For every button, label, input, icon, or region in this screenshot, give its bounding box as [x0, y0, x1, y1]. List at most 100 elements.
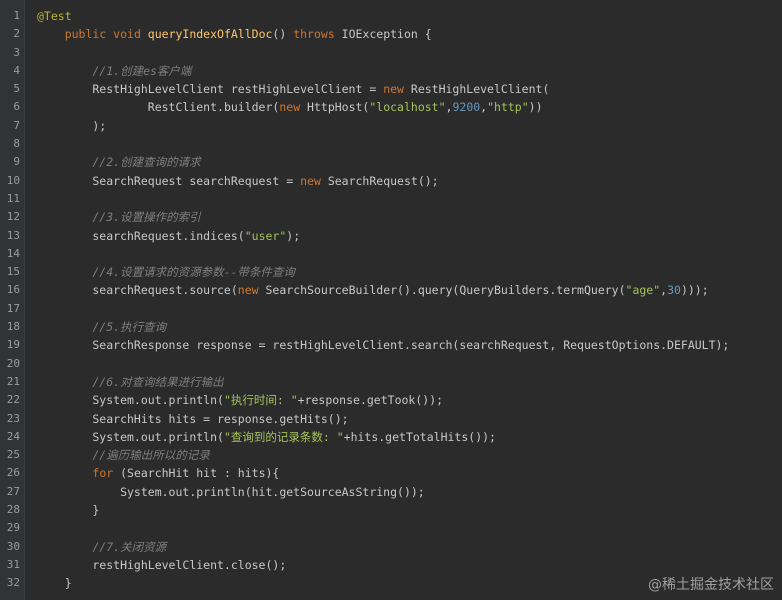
code-token: "user" — [244, 228, 287, 243]
code-token: "http" — [487, 100, 529, 115]
code-line[interactable]: 23 SearchHits hits = response.getHits(); — [0, 410, 782, 428]
code-token: @Test — [37, 9, 72, 23]
code-token: System.out.println( — [37, 429, 224, 444]
code-text: ); — [37, 117, 106, 135]
code-line[interactable]: 31 restHighLevelClient.close(); — [0, 556, 782, 574]
code-text: public void queryIndexOfAllDoc() throws … — [37, 25, 432, 43]
code-line[interactable]: 4 //1.创建es客户端 — [0, 62, 782, 80]
code-token: RestHighLevelClient( — [410, 82, 550, 97]
code-line[interactable]: 13 searchRequest.indices("user"); — [0, 227, 782, 245]
code-token: for — [92, 466, 121, 481]
code-line[interactable]: 29 — [0, 519, 782, 537]
code-token: "执行时间: " — [223, 393, 298, 408]
code-line[interactable]: 30 //7.关闭资源 — [0, 538, 782, 556]
code-token: new — [279, 100, 308, 115]
code-token: new — [300, 173, 328, 188]
line-number: 3 — [13, 45, 20, 59]
code-line[interactable]: 5 RestHighLevelClient restHighLevelClien… — [0, 80, 782, 98]
code-line[interactable]: 1 @Test — [0, 7, 782, 25]
code-line[interactable]: 18 //5.执行查询 — [0, 318, 782, 336]
code-line[interactable]: 22 System.out.println("执行时间: "+response.… — [0, 391, 782, 409]
code-line[interactable]: 17 — [0, 300, 782, 318]
line-number: 8 — [13, 137, 20, 151]
code-token: +response.getTook()); — [297, 393, 444, 408]
code-token: "age" — [625, 283, 661, 298]
code-text: } — [37, 501, 99, 519]
code-token: +hits.getTotalHits()); — [343, 429, 496, 444]
code-text: //2.创建查询的请求 — [37, 153, 201, 171]
code-text: //3.设置操作的索引 — [37, 208, 201, 226]
code-token: new — [237, 283, 266, 298]
code-token: "查询到的记录条数: " — [223, 429, 344, 444]
code-line[interactable]: 25 //遍历输出所以的记录 — [0, 446, 782, 464]
code-text: SearchResponse response = restHighLevelC… — [37, 336, 729, 354]
code-line[interactable]: 21 //6.对查询结果进行输出 — [0, 373, 782, 391]
code-text: } — [37, 574, 72, 592]
code-line[interactable]: 26 for (SearchHit hit : hits){ — [0, 464, 782, 482]
code-line[interactable]: 3 — [0, 44, 782, 62]
code-line[interactable]: 2 public void queryIndexOfAllDoc() throw… — [0, 25, 782, 43]
code-line[interactable]: 9 //2.创建查询的请求 — [0, 153, 782, 171]
code-line[interactable]: 7 ); — [0, 117, 782, 135]
code-token: //2.创建查询的请求 — [37, 155, 201, 170]
code-line[interactable]: 14 — [0, 245, 782, 263]
code-lines: 1 @Test 2 public void queryIndexOfAllDoc()… — [0, 7, 782, 593]
line-number: 13 — [6, 228, 20, 242]
code-line[interactable]: 19 SearchResponse response = restHighLev… — [0, 336, 782, 354]
code-text: //5.执行查询 — [37, 318, 166, 336]
line-number: 19 — [6, 338, 20, 352]
code-token: } — [37, 576, 72, 591]
code-token: throws — [293, 27, 342, 42]
code-line[interactable]: 20 — [0, 355, 782, 373]
line-number: 29 — [6, 521, 20, 535]
line-number: 6 — [13, 100, 20, 114]
code-token: 30 — [667, 283, 681, 298]
line-number: 28 — [6, 503, 20, 517]
line-number: 17 — [6, 301, 20, 315]
code-token: public void — [64, 27, 148, 42]
line-number: 5 — [13, 82, 20, 96]
code-token: //3.设置操作的索引 — [37, 210, 201, 225]
code-text: //6.对查询结果进行输出 — [37, 373, 223, 391]
code-token: restHighLevelClient.close(); — [37, 557, 287, 572]
code-token: ); — [37, 118, 107, 133]
code-token: SearchRequest searchRequest = — [37, 173, 301, 188]
code-token: new — [383, 82, 411, 97]
code-token: HttpHost( — [307, 100, 370, 115]
line-number: 27 — [6, 484, 20, 498]
line-number: 23 — [6, 411, 20, 425]
code-line[interactable]: 27 System.out.println(hit.getSourceAsStr… — [0, 483, 782, 501]
code-token: searchRequest.indices( — [37, 228, 245, 243]
code-text: for (SearchHit hit : hits){ — [37, 464, 279, 482]
code-line[interactable]: 11 — [0, 190, 782, 208]
code-line[interactable]: 24 System.out.println("查询到的记录条数: "+hits.… — [0, 428, 782, 446]
code-token: RestHighLevelClient restHighLevelClient … — [37, 82, 384, 97]
line-number: 30 — [6, 539, 20, 553]
code-line[interactable]: 8 — [0, 135, 782, 153]
code-text: //1.创建es客户端 — [37, 62, 191, 80]
code-token: IOException { — [341, 27, 432, 42]
code-token: //遍历输出所以的记录 — [37, 448, 210, 463]
code-line[interactable]: 10 SearchRequest searchRequest = new Sea… — [0, 172, 782, 190]
code-line[interactable]: 16 searchRequest.source(new SearchSource… — [0, 281, 782, 299]
code-line[interactable]: 6 RestClient.builder(new HttpHost("local… — [0, 98, 782, 116]
code-line[interactable]: 28 } — [0, 501, 782, 519]
code-line[interactable]: 15 //4.设置请求的资源参数--带条件查询 — [0, 263, 782, 281]
code-line[interactable]: 12 //3.设置操作的索引 — [0, 208, 782, 226]
code-token: //1.创建es客户端 — [37, 63, 192, 78]
line-number: 7 — [13, 118, 20, 132]
line-number: 9 — [13, 155, 20, 169]
code-token: queryIndexOfAllDoc — [147, 27, 273, 42]
code-text: SearchRequest searchRequest = new Search… — [37, 172, 438, 190]
line-number: 26 — [6, 466, 20, 480]
line-number: 16 — [6, 283, 20, 297]
code-text: SearchHits hits = response.getHits(); — [37, 410, 348, 428]
code-editor[interactable]: 1 @Test 2 public void queryIndexOfAllDoc()… — [0, 0, 782, 600]
line-number: 32 — [6, 576, 20, 590]
code-token: } — [37, 503, 100, 518]
code-token: System.out.println(hit.getSourceAsString… — [37, 484, 425, 499]
code-token: SearchResponse response = restHighLevelC… — [37, 338, 730, 353]
line-number: 21 — [6, 374, 20, 388]
